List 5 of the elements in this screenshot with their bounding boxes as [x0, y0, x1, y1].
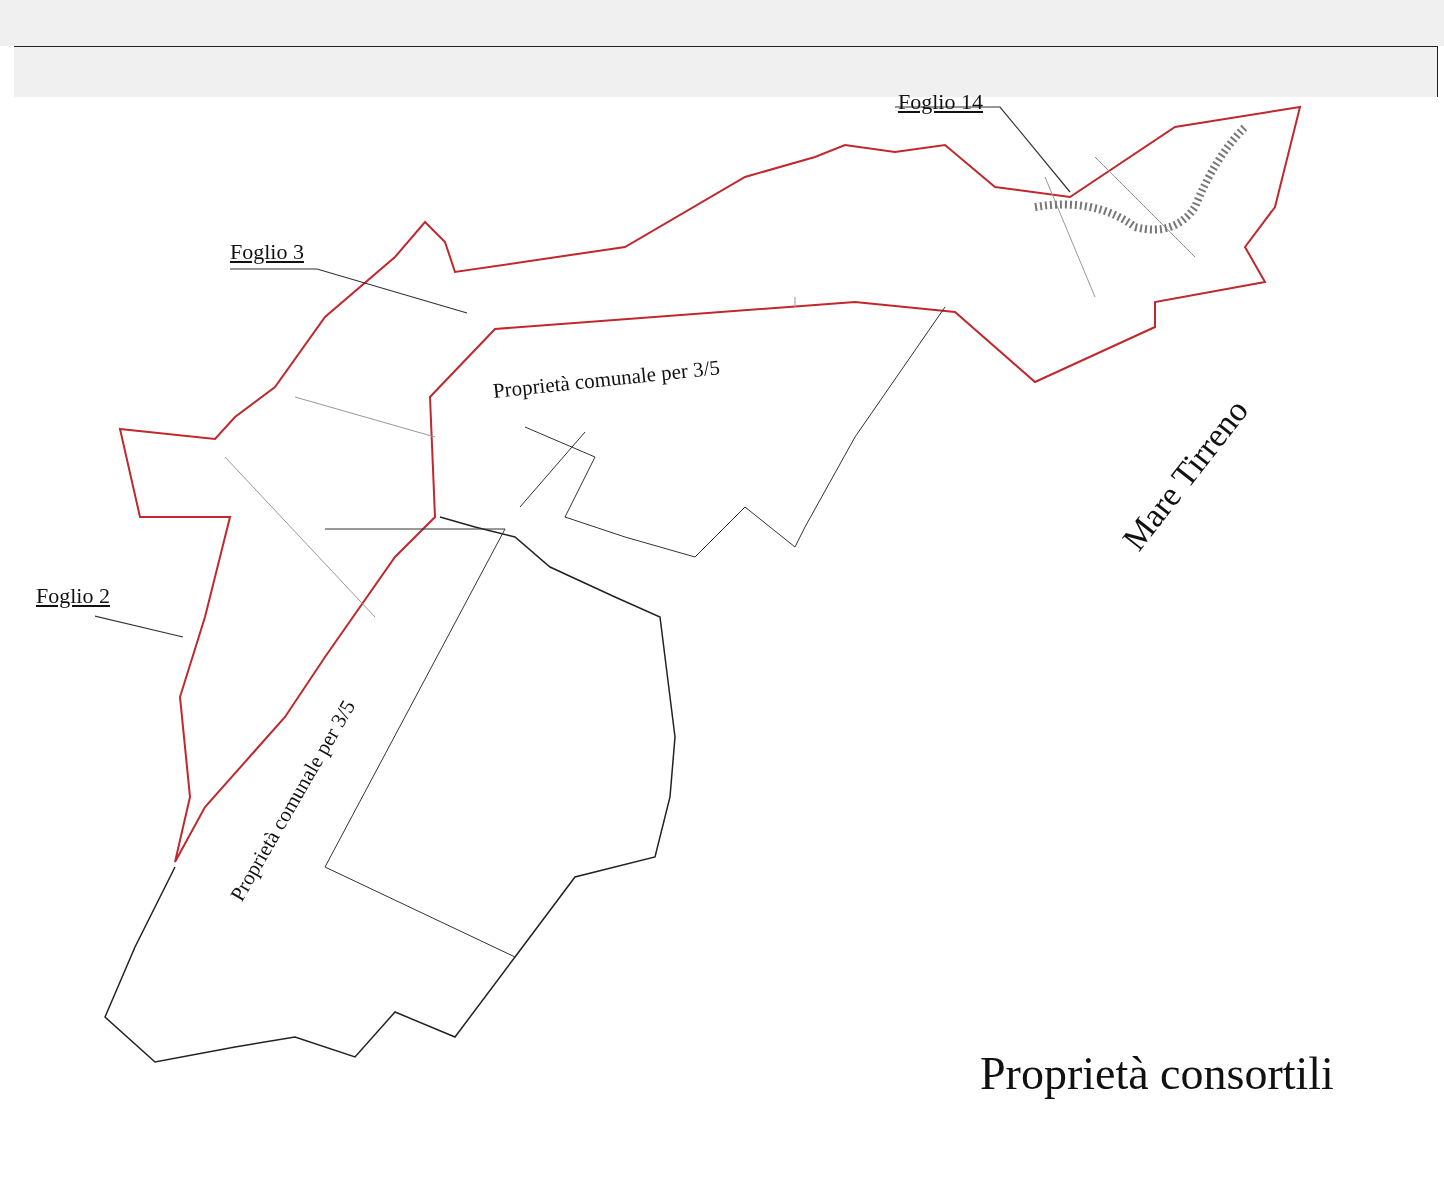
area-label: Proprietà comunale per 3/5 [491, 355, 722, 404]
sheet-label: Foglio 2 [36, 583, 110, 609]
sheet-label: Foglio 3 [230, 239, 304, 265]
map-caption: Proprietà consortili [980, 1047, 1334, 1100]
sheet-label: Foglio 14 [898, 89, 983, 115]
